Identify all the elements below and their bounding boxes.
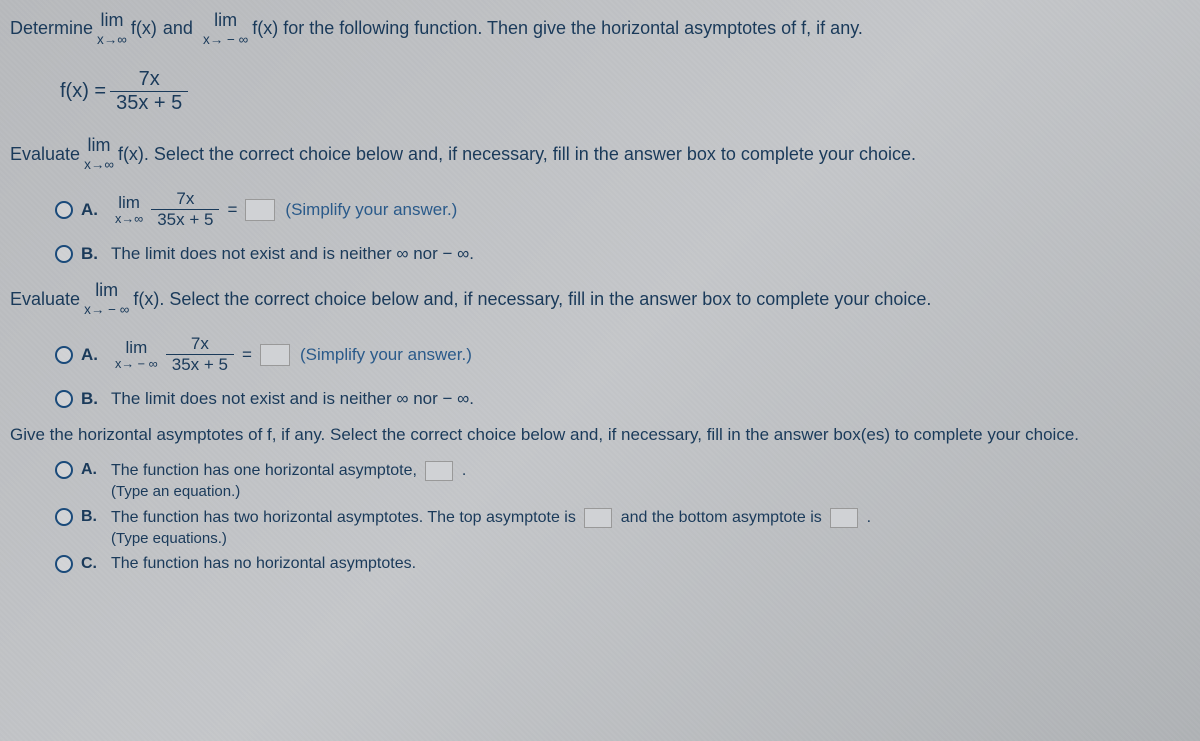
choice-1b[interactable]: B. The limit does not exist and is neith… [55,244,1190,264]
radio-icon[interactable] [55,201,73,219]
choice-2a-fraction: 7x 35x + 5 [166,334,234,375]
asymptote-a-label: A. [81,461,101,479]
radio-icon[interactable] [55,346,73,364]
choice-1a[interactable]: A. lim x→∞ 7x 35x + 5 = (Simplify your a… [55,189,1190,230]
answer-input-asymptote-a[interactable] [425,461,453,481]
radio-icon[interactable] [55,555,73,573]
radio-icon[interactable] [55,461,73,479]
intro-and: and [163,16,193,41]
function-lhs: f(x) = [60,80,106,103]
choice-2a-content: lim x→ − ∞ 7x 35x + 5 = (Simplify your a… [111,334,472,375]
asymptote-c-label: C. [81,555,101,573]
intro-func-1: f(x) [131,16,157,41]
eval2-text1: Evaluate [10,287,80,312]
evaluate-2-prompt: Evaluate lim x→ − ∞ f(x). Select the cor… [10,278,1190,320]
choice-2a[interactable]: A. lim x→ − ∞ 7x 35x + 5 = (Simplify you… [55,334,1190,375]
asymptote-c-text: The function has no horizontal asymptote… [111,555,416,573]
answer-input-2a[interactable] [260,344,290,366]
radio-icon[interactable] [55,245,73,263]
eval2-limit: lim x→ − ∞ [84,278,129,320]
asymptote-b-text2: and the bottom asymptote is [621,509,822,526]
intro-text-1: Determine [10,16,93,41]
asymptote-a-text: The function has one horizontal asymptot… [111,462,417,479]
asymptote-b-label: B. [81,508,101,526]
asymptote-b-sub: (Type equations.) [111,530,1190,547]
choice-1a-fraction: 7x 35x + 5 [151,189,219,230]
choice-1a-label: A. [81,200,101,220]
choice-1b-text: The limit does not exist and is neither … [111,244,474,264]
choice-2a-limit: lim x→ − ∞ [115,338,158,371]
evaluate-1-prompt: Evaluate lim x→∞ f(x). Select the correc… [10,133,1190,175]
choice-2a-equals: = [242,345,252,365]
function-fraction: 7x 35x + 5 [110,68,188,115]
choice-group-1: A. lim x→∞ 7x 35x + 5 = (Simplify your a… [55,189,1190,264]
eval2-text2: f(x). Select the correct choice below an… [133,287,931,312]
choice-1a-equals: = [227,200,237,220]
limit-expr-1: lim x→∞ [97,8,127,50]
function-definition: f(x) = 7x 35x + 5 [60,68,1190,115]
asymptote-question: Give the horizontal asymptotes of f, if … [10,423,1190,447]
asymptote-b-text1: The function has two horizontal asymptot… [111,509,576,526]
choice-2a-label: A. [81,345,101,365]
asymptote-choices: A. The function has one horizontal asymp… [55,461,1190,573]
choice-1a-limit: lim x→∞ [115,193,143,226]
asymptote-choice-b[interactable]: B. The function has two horizontal asymp… [55,508,1190,547]
eval1-limit: lim x→∞ [84,133,114,175]
choice-group-2: A. lim x→ − ∞ 7x 35x + 5 = (Simplify you… [55,334,1190,409]
question-intro: Determine lim x→∞ f(x) and lim x→ − ∞ f(… [10,8,1190,50]
choice-1b-label: B. [81,244,101,264]
answer-input-1a[interactable] [245,199,275,221]
asymptote-a-sub: (Type an equation.) [111,483,1190,500]
choice-2a-hint: (Simplify your answer.) [300,345,472,365]
choice-1a-hint: (Simplify your answer.) [285,200,457,220]
eval1-text1: Evaluate [10,142,80,167]
asymptote-choice-a[interactable]: A. The function has one horizontal asymp… [55,461,1190,500]
choice-2b-label: B. [81,389,101,409]
eval1-text2: f(x). Select the correct choice below an… [118,142,916,167]
intro-text-2: f(x) for the following function. Then gi… [252,16,863,41]
answer-input-asymptote-b2[interactable] [830,508,858,528]
radio-icon[interactable] [55,508,73,526]
limit-expr-2: lim x→ − ∞ [203,8,248,50]
choice-2b-text: The limit does not exist and is neither … [111,389,474,409]
choice-2b[interactable]: B. The limit does not exist and is neith… [55,389,1190,409]
radio-icon[interactable] [55,390,73,408]
choice-1a-content: lim x→∞ 7x 35x + 5 = (Simplify your answ… [111,189,457,230]
answer-input-asymptote-b1[interactable] [584,508,612,528]
asymptote-choice-c[interactable]: C. The function has no horizontal asympt… [55,555,1190,573]
